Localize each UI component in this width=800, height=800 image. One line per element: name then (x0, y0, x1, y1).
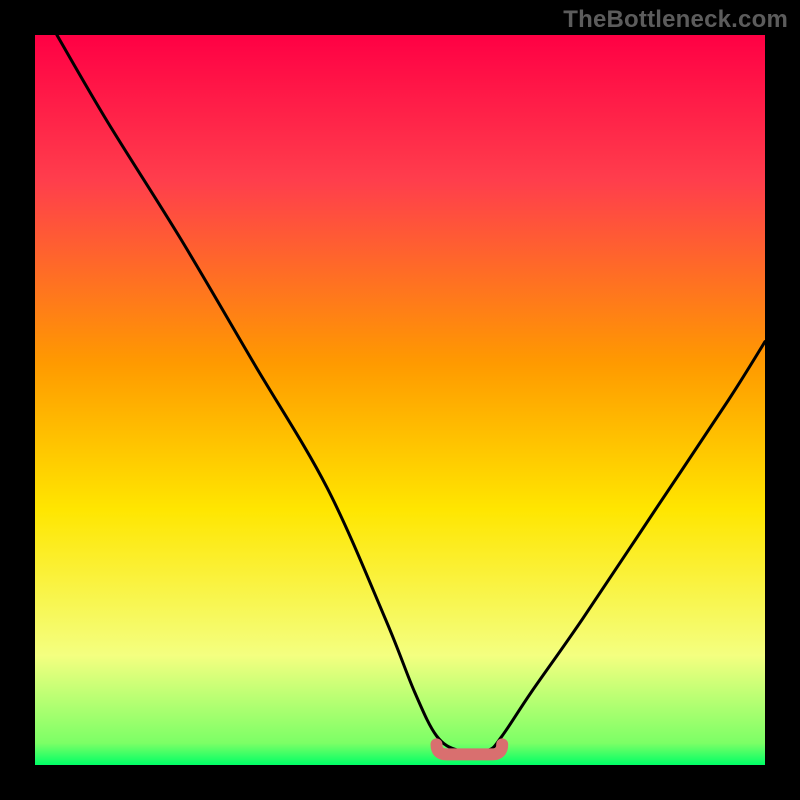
chart-svg (35, 35, 765, 765)
watermark-text: TheBottleneck.com (563, 6, 788, 34)
chart-frame: TheBottleneck.com (0, 0, 800, 800)
plot-area (35, 35, 765, 765)
